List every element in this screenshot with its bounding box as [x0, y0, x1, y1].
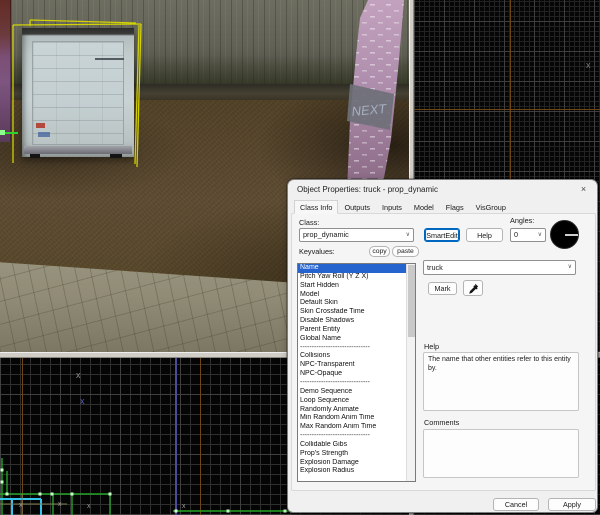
axis-handle[interactable] — [0, 130, 18, 135]
keyvalue-item[interactable]: ------------------------------ — [298, 379, 415, 388]
keyvalue-item[interactable]: Default Skin — [298, 299, 415, 308]
angles-label: Angles: — [510, 216, 535, 225]
tab[interactable]: Inputs — [376, 200, 408, 214]
vertex-markers: x x x x — [19, 501, 186, 510]
listbox-scrollbar[interactable] — [406, 264, 415, 481]
tab-strip: Class Info Outputs Inputs Model Flags VisGrou… — [294, 200, 512, 214]
keyvalue-item[interactable]: Max Random Anim Time — [298, 423, 415, 432]
entity-name-combobox[interactable]: truck ∨ — [423, 260, 576, 275]
keyvalue-item[interactable]: Pitch Yaw Roll (Y Z X) — [298, 273, 415, 282]
keyvalue-item[interactable]: Min Random Anim Time — [298, 414, 415, 423]
axis-line-orange — [414, 109, 600, 110]
angle-dial-control[interactable] — [550, 220, 579, 249]
brush-olive[interactable] — [0, 494, 67, 515]
keyvalue-item[interactable]: NPC-Opaque — [298, 370, 415, 379]
keyvalue-item[interactable]: Loop Sequence — [298, 397, 415, 406]
svg-text:x: x — [19, 502, 23, 509]
angles-combobox[interactable]: 0 ∨ — [510, 228, 546, 242]
comments-textarea[interactable] — [423, 429, 579, 478]
keyvalue-item[interactable]: Randomly Animate — [298, 406, 415, 415]
keyvalue-item[interactable]: Disable Shadows — [298, 317, 415, 326]
keyvalue-item[interactable]: Parent Entity — [298, 326, 415, 335]
svg-text:x: x — [182, 503, 186, 510]
origin-marker: x — [586, 60, 591, 70]
help-button[interactable]: Help — [466, 228, 503, 242]
help-textbox: The name that other entities refer to th… — [423, 352, 579, 411]
tab[interactable]: Flags — [440, 200, 470, 214]
class-combobox[interactable]: prop_dynamic ∨ — [299, 228, 414, 242]
close-icon[interactable]: × — [577, 183, 590, 196]
hammer-editor-workspace: NEXT x x x x x x x Object Properties: tr… — [0, 0, 600, 515]
brush-handles[interactable] — [0, 468, 287, 513]
chevron-down-icon: ∨ — [537, 232, 542, 238]
tab[interactable]: Model — [408, 200, 440, 214]
eyedropper-icon — [468, 283, 478, 294]
keyvalue-item[interactable]: NPC-Transparent — [298, 361, 415, 370]
comments-label: Comments — [424, 418, 460, 427]
object-properties-dialog: Object Properties: truck - prop_dynamic … — [287, 179, 598, 513]
chevron-down-icon: ∨ — [405, 232, 410, 238]
keyvalue-item[interactable]: Global Name — [298, 335, 415, 344]
chevron-down-icon: ∨ — [567, 264, 572, 270]
keyvalue-item[interactable]: Explosion Radius — [298, 467, 415, 476]
keyvalue-item[interactable]: Prop's Strength — [298, 450, 415, 459]
mark-button[interactable]: Mark — [428, 282, 457, 295]
keyvalue-item[interactable]: Model — [298, 291, 415, 300]
help-heading: Help — [424, 342, 440, 351]
keyvalue-item[interactable]: ------------------------------ — [298, 344, 415, 353]
graffiti-text: NEXT — [351, 101, 388, 119]
smartedit-button[interactable]: SmartEdit — [424, 228, 460, 242]
svg-text:x: x — [58, 501, 62, 508]
copy-button[interactable]: copy — [369, 246, 390, 257]
tab[interactable]: Class Info — [294, 200, 339, 214]
keyvalue-item[interactable]: Start Hidden — [298, 282, 415, 291]
keyvalues-label: Keyvalues: — [299, 247, 335, 256]
keyvalue-item[interactable]: Name — [298, 264, 415, 273]
keyvalue-item[interactable]: Explosion Damage — [298, 459, 415, 468]
paste-button[interactable]: paste — [392, 246, 419, 257]
dialog-title: Object Properties: truck - prop_dynamic — [297, 185, 438, 194]
tab[interactable]: Outputs — [338, 200, 376, 214]
keyvalue-item[interactable]: Demo Sequence — [298, 388, 415, 397]
dialog-titlebar[interactable]: Object Properties: truck - prop_dynamic … — [288, 180, 597, 200]
cancel-button[interactable]: Cancel — [493, 498, 539, 511]
scrollbar-thumb[interactable] — [408, 265, 415, 337]
tab[interactable]: VisGroup — [470, 200, 512, 214]
svg-text:x: x — [87, 503, 91, 510]
angle-needle — [565, 234, 578, 236]
keyvalue-item[interactable]: Collidable Gibs — [298, 441, 415, 450]
class-label: Class: — [299, 218, 320, 227]
eyedropper-button[interactable] — [463, 280, 483, 296]
keyvalue-item[interactable]: Collisions — [298, 352, 415, 361]
selection-wireframe — [12, 19, 142, 168]
keyvalue-item[interactable]: ------------------------------ — [298, 432, 415, 441]
keyvalues-listbox[interactable]: Name Pitch Yaw Roll (Y Z X) Start Hidden Mo… — [297, 263, 416, 482]
keyvalue-item[interactable]: Skin Crossfade Time — [298, 308, 415, 317]
apply-button[interactable]: Apply — [548, 498, 596, 511]
